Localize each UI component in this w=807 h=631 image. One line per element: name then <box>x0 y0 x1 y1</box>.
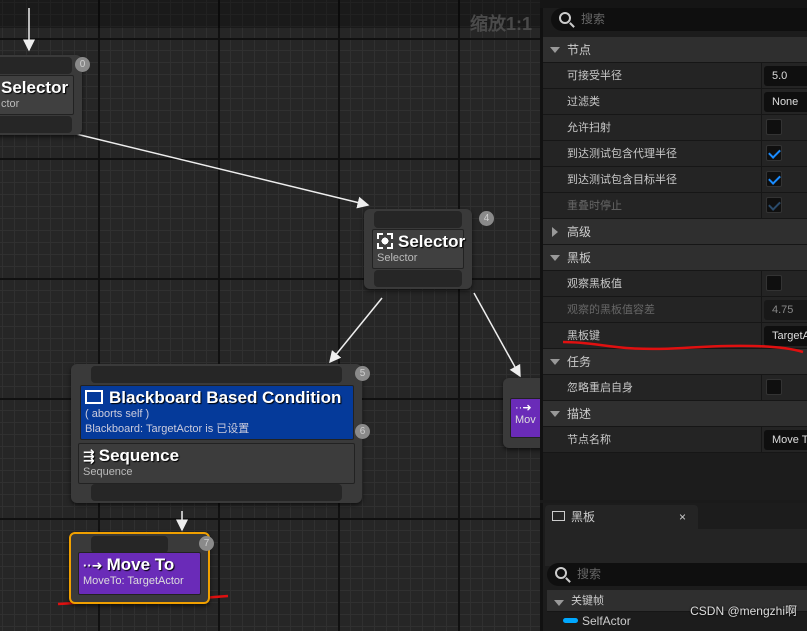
property-label: 重叠时停止 <box>567 200 622 212</box>
details-panel: 搜索 节点可接受半径 5.0 过滤类 None 允许扫射到达测试包含代理半径 到达测试包含… <box>540 0 807 500</box>
property-label: 可接受半径 <box>567 70 622 82</box>
property-label: 节点名称 <box>567 434 611 446</box>
property-checkbox[interactable] <box>766 145 782 161</box>
edge-4-5 <box>329 297 383 364</box>
details-search-input[interactable]: 搜索 <box>551 8 807 31</box>
property-label: 允许扫射 <box>567 122 611 134</box>
property-label: 观察黑板值 <box>567 278 622 290</box>
property-row: 到达测试包含代理半径 <box>543 141 807 167</box>
property-label: 到达测试包含目标半径 <box>567 174 677 186</box>
category-0[interactable]: 节点 <box>543 37 807 63</box>
output-pin[interactable] <box>91 484 342 501</box>
property-row: 过滤类 None <box>543 89 807 115</box>
property-row: 节点名称 Move To <box>543 427 807 453</box>
move-to-icon: ··➜ <box>83 558 103 573</box>
output-pin[interactable] <box>0 116 72 133</box>
property-checkbox[interactable] <box>766 171 782 187</box>
execution-order-badge: 7 <box>199 536 214 551</box>
blackboard-key-selfactor[interactable]: SelfActor <box>563 614 631 628</box>
sequence-node[interactable]: Blackboard Based Condition ( aborts self… <box>71 364 370 503</box>
blackboard-icon <box>85 390 103 404</box>
sequence-icon: ⇶ <box>83 448 95 464</box>
object-key-icon <box>563 618 578 623</box>
selector-node-0[interactable]: Selector ctor 0 <box>0 55 90 135</box>
property-checkbox[interactable] <box>766 197 782 213</box>
blackboard-search-input[interactable]: 搜索 <box>547 563 807 586</box>
edge-0-4 <box>71 132 370 209</box>
input-pin[interactable] <box>0 57 72 74</box>
property-row: 观察黑板值 <box>543 271 807 297</box>
property-checkbox[interactable] <box>766 119 782 135</box>
property-label: 过滤类 <box>567 96 600 108</box>
partial-task-node[interactable]: ··➜ Mov <box>503 378 540 448</box>
property-value-field[interactable]: None <box>764 92 807 112</box>
blackboard-icon <box>552 511 565 521</box>
property-value-field[interactable]: 5.0 <box>764 66 807 86</box>
property-row: 到达测试包含目标半径 <box>543 167 807 193</box>
edge-4-partial <box>473 292 521 378</box>
behavior-tree-graph[interactable]: 缩放1:1 Selector ctor 0 Selector Selector 4… <box>0 0 540 631</box>
category-2[interactable]: 黑板 <box>543 245 807 271</box>
search-icon <box>555 567 567 579</box>
close-icon[interactable]: × <box>679 505 686 529</box>
output-pin[interactable] <box>374 270 462 287</box>
property-checkbox[interactable] <box>766 379 782 395</box>
property-value-field[interactable]: Move To <box>764 430 807 450</box>
property-row: 可接受半径 5.0 <box>543 63 807 89</box>
category-1[interactable]: 高级 <box>543 219 807 245</box>
selector-node-4[interactable]: Selector Selector 4 <box>364 209 494 289</box>
search-icon <box>559 12 571 24</box>
property-row: 忽略重启自身 <box>543 375 807 401</box>
input-pin[interactable] <box>91 366 342 383</box>
watermark: CSDN @mengzhi啊 <box>690 604 797 618</box>
execution-order-badge: 0 <box>75 57 90 72</box>
property-label: 观察的黑板值容差 <box>567 304 655 316</box>
move-to-node-selected[interactable]: ··➜ Move To MoveTo: TargetActor 7 <box>69 532 214 604</box>
red-annotation <box>562 340 804 354</box>
property-label: 忽略重启自身 <box>567 382 633 394</box>
execution-order-badge: 4 <box>479 211 494 226</box>
input-pin[interactable] <box>91 536 168 553</box>
property-label: 到达测试包含代理半径 <box>567 148 677 160</box>
category-4[interactable]: 描述 <box>543 401 807 427</box>
execution-order-badge: 6 <box>355 424 370 439</box>
selector-icon <box>377 233 393 249</box>
property-row: 观察的黑板值容差 4.75 <box>543 297 807 323</box>
property-row: 重叠时停止 <box>543 193 807 219</box>
blackboard-decorator[interactable]: Blackboard Based Condition ( aborts self… <box>80 385 354 440</box>
property-row: 允许扫射 <box>543 115 807 141</box>
execution-order-badge: 5 <box>355 366 370 381</box>
property-checkbox[interactable] <box>766 275 782 291</box>
input-pin[interactable] <box>374 211 462 228</box>
tab-blackboard[interactable]: 黑板 × <box>545 505 698 529</box>
property-value-field[interactable]: 4.75 <box>764 300 807 320</box>
